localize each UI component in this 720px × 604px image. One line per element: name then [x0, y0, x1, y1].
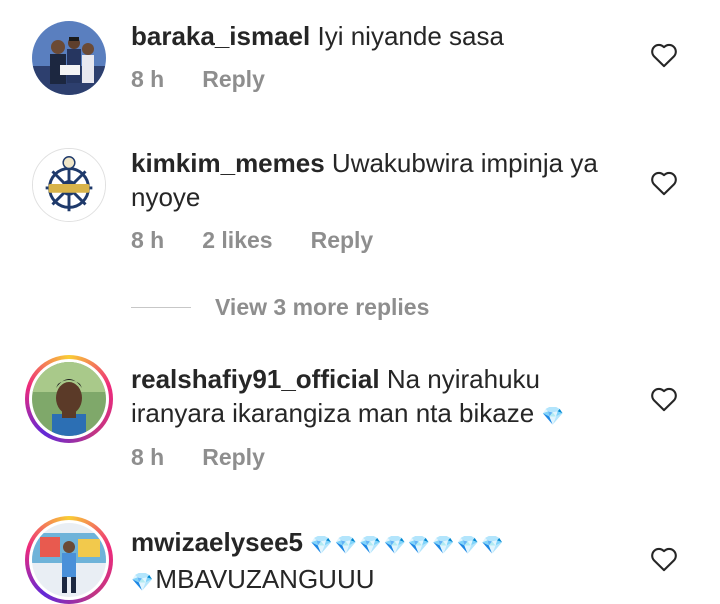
- comment-username[interactable]: mwizaelysee5: [131, 527, 303, 557]
- story-ring[interactable]: [25, 355, 113, 443]
- view-more-replies-button[interactable]: View 3 more replies: [131, 290, 429, 324]
- comment-meta: 8 h Reply: [131, 66, 303, 93]
- heart-outline-icon[interactable]: [650, 42, 678, 68]
- avatar[interactable]: [32, 21, 106, 95]
- comment-time: 8 h: [131, 227, 165, 253]
- comment-username[interactable]: baraka_ismael: [131, 21, 310, 51]
- comment-text: baraka_ismael Iyi niyande sasa: [131, 19, 631, 53]
- comment-meta: 8 h Reply: [131, 444, 303, 471]
- comment-time: 8 h: [131, 444, 165, 470]
- comment-username[interactable]: realshafiy91_official: [131, 364, 380, 394]
- comment-username[interactable]: kimkim_memes: [131, 148, 325, 178]
- reply-button[interactable]: Reply: [202, 66, 265, 92]
- story-ring[interactable]: [25, 516, 113, 604]
- avatar: [32, 362, 106, 436]
- comment-text: mwizaelysee5 💎💎💎💎💎💎💎💎 💎MBAVUZANGUUU: [131, 525, 631, 599]
- divider-line: [131, 306, 191, 308]
- heart-outline-icon[interactable]: [650, 546, 678, 572]
- gem-emoji: 💎: [131, 572, 156, 592]
- heart-outline-icon[interactable]: [650, 170, 678, 196]
- comment-text: realshafiy91_official Na nyirahuku irany…: [131, 362, 631, 433]
- comment-meta: 8 h 2 likes Reply: [131, 227, 411, 254]
- avatar[interactable]: [32, 148, 106, 222]
- comment-body: MBAVUZANGUUU: [155, 564, 375, 594]
- likes-count[interactable]: 2 likes: [202, 227, 272, 253]
- comment-text: kimkim_memes Uwakubwira impinja ya nyoye: [131, 146, 631, 214]
- reply-button[interactable]: Reply: [202, 444, 265, 470]
- gem-emoji-row: 💎💎💎💎💎💎💎💎: [310, 535, 506, 555]
- comment-body: Iyi niyande sasa: [317, 21, 504, 51]
- heart-outline-icon[interactable]: [650, 386, 678, 412]
- view-more-label[interactable]: View 3 more replies: [215, 294, 429, 321]
- avatar: [32, 523, 106, 597]
- gem-emoji: 💎: [541, 406, 566, 426]
- comment-time: 8 h: [131, 66, 165, 92]
- reply-button[interactable]: Reply: [311, 227, 374, 253]
